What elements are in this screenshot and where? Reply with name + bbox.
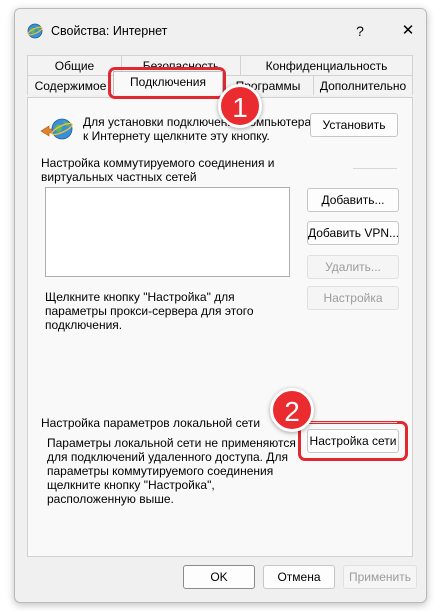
lan-text: Параметры локальной сети не применяются …: [47, 436, 296, 506]
tab-advanced[interactable]: Дополнительно: [313, 75, 413, 95]
tab-content[interactable]: Содержимое: [27, 75, 114, 95]
apply-button[interactable]: Применить: [343, 565, 417, 589]
dialup-settings-button[interactable]: Настройка: [307, 286, 399, 310]
tab-connections[interactable]: Подключения: [113, 71, 223, 95]
lan-heading: Настройка параметров локальной сети: [41, 416, 261, 430]
ok-button[interactable]: OK: [183, 565, 255, 589]
connections-list[interactable]: [45, 187, 290, 277]
lan-settings-button[interactable]: Настройка сети: [307, 429, 399, 453]
cancel-button[interactable]: Отмена: [263, 565, 335, 589]
title-bar: Свойства: Интернет ? ✕: [15, 9, 426, 49]
proxy-text: Щелкните кнопку "Настройка" для параметр…: [45, 290, 254, 332]
tab-privacy[interactable]: Конфиденциальность: [240, 55, 413, 75]
internet-globe-icon: [27, 23, 43, 39]
add-vpn-button[interactable]: Добавить VPN...: [307, 221, 399, 245]
help-button[interactable]: ?: [345, 19, 375, 43]
step1-badge: 1: [218, 84, 262, 128]
dialup-heading: Настройка коммутируемого соединения и ви…: [41, 156, 275, 184]
window-title: Свойства: Интернет: [51, 24, 168, 38]
dialup-divider: [353, 168, 397, 169]
remove-button[interactable]: Удалить...: [307, 255, 399, 279]
close-button[interactable]: ✕: [393, 19, 423, 43]
add-button[interactable]: Добавить...: [307, 188, 399, 212]
step2-badge: 2: [270, 388, 314, 432]
setup-text: Для установки подключения компьютера к И…: [83, 115, 312, 143]
setup-button[interactable]: Установить: [310, 113, 398, 137]
setup-connection-icon: [39, 115, 73, 145]
